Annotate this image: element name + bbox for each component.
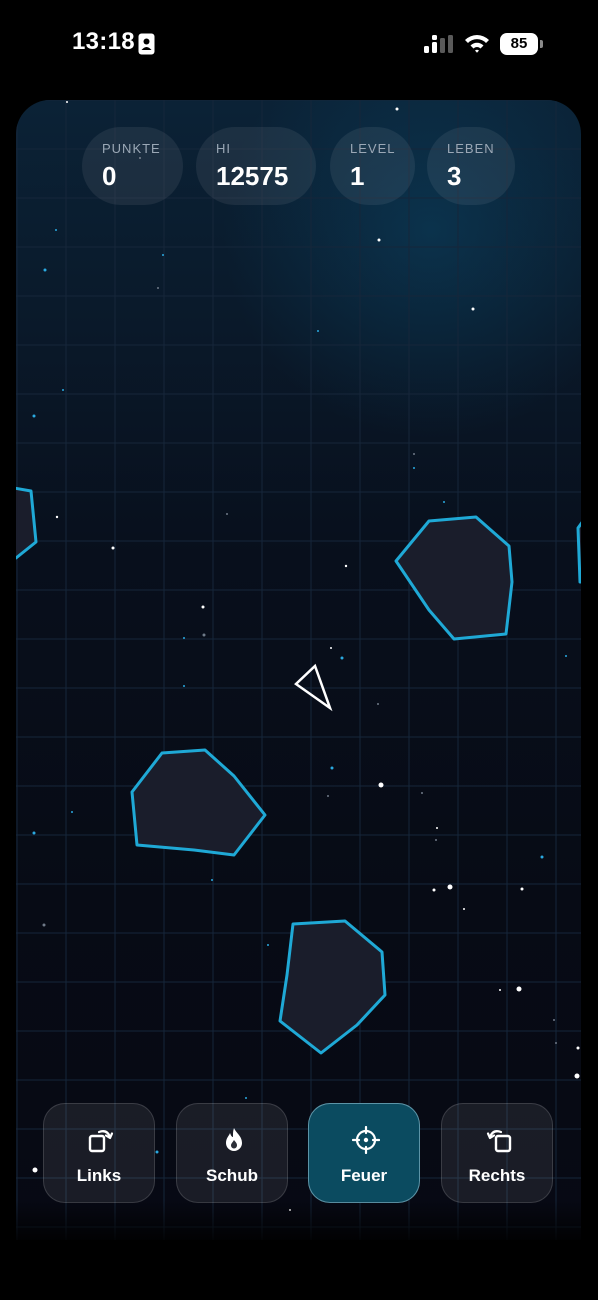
crosshair-icon xyxy=(352,1126,380,1154)
rotate-right-button[interactable]: Rechts xyxy=(441,1103,553,1203)
hiscore-label: HI xyxy=(216,141,231,156)
asteroid xyxy=(130,748,267,857)
status-bar: 13:18 85 xyxy=(0,0,598,90)
score-pill: PUNKTE 0 xyxy=(82,127,183,205)
battery-cap xyxy=(540,40,543,48)
asteroid xyxy=(16,486,38,560)
rotate-left-button[interactable]: Links xyxy=(43,1103,155,1203)
rotate-right-icon xyxy=(486,1130,512,1153)
asteroid xyxy=(576,521,581,584)
rotate-left-icon xyxy=(88,1130,114,1153)
lives-value: 3 xyxy=(447,161,462,191)
fire-button[interactable]: Feuer xyxy=(308,1103,420,1203)
score-label: PUNKTE xyxy=(102,141,161,156)
cellular-signal-icon xyxy=(424,35,453,53)
battery-indicator: 85 xyxy=(500,33,544,55)
rotate-left-label: Links xyxy=(76,1166,122,1185)
hiscore-value: 12575 xyxy=(216,161,289,191)
id-card-icon xyxy=(138,33,155,55)
hiscore-pill: HI 12575 xyxy=(196,127,316,205)
player-ship xyxy=(294,663,333,712)
level-pill: LEVEL 1 xyxy=(330,127,415,205)
game-objects xyxy=(16,486,581,1055)
thrust-label: Schub xyxy=(206,1166,258,1185)
asteroid xyxy=(394,515,514,641)
flame-icon xyxy=(226,1128,242,1151)
battery-level: 85 xyxy=(500,33,538,55)
score-value: 0 xyxy=(102,161,117,191)
thrust-button[interactable]: Schub xyxy=(176,1103,288,1203)
level-value: 1 xyxy=(350,161,365,191)
rotate-right-label: Rechts xyxy=(468,1166,526,1185)
wifi-icon xyxy=(465,35,489,53)
lives-label: LEBEN xyxy=(447,141,495,156)
fire-label: Feuer xyxy=(340,1166,388,1185)
asteroid xyxy=(278,919,387,1055)
lives-pill: LEBEN 3 xyxy=(427,127,515,205)
status-time: 13:18 xyxy=(72,28,135,55)
game-canvas[interactable]: PUNKTE 0 HI 12575 LEVEL 1 LEBEN 3 Links … xyxy=(16,100,581,1240)
level-label: LEVEL xyxy=(350,141,396,156)
